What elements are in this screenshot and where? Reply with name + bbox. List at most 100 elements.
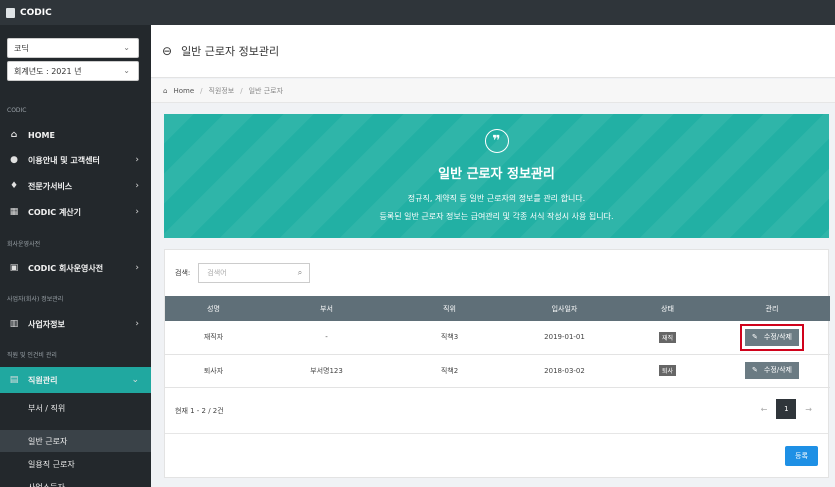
page-1-button[interactable]: 1 <box>776 399 797 419</box>
sidebar-item-label: 직원관리 <box>28 375 58 385</box>
col-header-manage: 관리 <box>714 296 830 321</box>
section-label-codic: CODIC <box>7 107 27 114</box>
top-bar: CODIC <box>0 0 835 25</box>
cell-join-date: 2018-03-02 <box>508 354 621 388</box>
sidebar-item-label: 사업자정보 <box>28 319 65 329</box>
book-icon: ▣ <box>9 263 19 273</box>
page-header: ⊖ 일반 근로자 정보관리 <box>151 25 835 78</box>
sidebar-item-company-dict[interactable]: ▣ CODIC 회사운영사전 › <box>0 255 151 281</box>
edit-icon: ✎ <box>752 366 758 374</box>
employee-panel: 검색: 검색어 ⌕ 성명 부서 직위 입사일자 상태 관리 재직자 - 직책3 … <box>164 249 830 478</box>
breadcrumb: ⌂ Home / 직원정보 / 일반 근로자 <box>151 79 835 103</box>
sidebar-item-staff-mgmt[interactable]: ▤ 직원관리 ⌄ <box>0 367 151 393</box>
sidebar-item-label: HOME <box>28 130 55 140</box>
register-button[interactable]: 등록 <box>785 446 818 466</box>
quote-icon: ❞ <box>484 129 509 153</box>
font-select[interactable]: 코딕 ⌄ <box>7 38 139 58</box>
col-header-dept[interactable]: 부서 <box>262 296 391 321</box>
table-row[interactable]: 재직자 - 직책3 2019-01-01 재직 ✎ 수정/삭제 <box>165 321 830 355</box>
cell-dept: - <box>262 321 391 355</box>
cell-dept: 부서명123 <box>262 354 391 388</box>
banner-title: 일반 근로자 정보관리 <box>438 167 555 182</box>
cell-manage: ✎ 수정/삭제 <box>714 321 830 355</box>
banner-desc-2: 등록된 일반 근로자 정보는 급여관리 및 각종 서식 작성시 사용 됩니다. <box>379 212 614 221</box>
sidebar-item-label: CODIC 회사운영사전 <box>28 263 104 273</box>
home-small-icon: ⌂ <box>163 86 168 95</box>
logo-icon <box>6 7 15 18</box>
sidebar: 코딕 ⌄ 회계년도 : 2021 년 ⌄ CODIC ⌂ HOME ● 이용안내… <box>0 25 151 487</box>
breadcrumb-level1[interactable]: 직원정보 <box>208 86 234 96</box>
edit-delete-label: 수정/삭제 <box>763 332 792 341</box>
id-card-icon: ▤ <box>9 375 19 385</box>
building-icon: ▥ <box>9 319 19 329</box>
divider <box>165 433 828 434</box>
page-title: 일반 근로자 정보관리 <box>181 45 280 58</box>
table-header-row: 성명 부서 직위 입사일자 상태 관리 <box>165 296 830 321</box>
breadcrumb-home[interactable]: Home <box>173 87 194 95</box>
cell-position: 직책2 <box>391 354 508 388</box>
chevron-right-icon: › <box>135 155 139 165</box>
breadcrumb-level2: 일반 근로자 <box>248 86 284 95</box>
sidebar-item-label: 이용안내 및 고객센터 <box>28 155 100 165</box>
search-input[interactable]: 검색어 ⌕ <box>198 263 311 283</box>
col-header-position[interactable]: 직위 <box>391 296 508 321</box>
graduation-cap-icon: ♦ <box>9 181 19 191</box>
search-label: 검색: <box>175 269 191 277</box>
edit-icon: ✎ <box>752 332 758 341</box>
sidebar-subitem-regular[interactable]: 일반 근로자 <box>0 430 151 452</box>
year-select[interactable]: 회계년도 : 2021 년 ⌄ <box>7 61 139 81</box>
search-row: 검색: 검색어 ⌕ <box>175 263 311 283</box>
edit-delete-button[interactable]: ✎ 수정/삭제 <box>745 362 799 379</box>
sidebar-subitem-more[interactable]: 사업소득자 <box>0 476 151 487</box>
pagination: ← 1 → <box>761 399 812 419</box>
sidebar-subitem-dept[interactable]: 부서 / 직위 <box>0 397 151 419</box>
edit-delete-button[interactable]: ✎ 수정/삭제 <box>745 328 799 346</box>
table-row[interactable]: 퇴사자 부서명123 직책2 2018-03-02 퇴사 ✎ 수정/삭제 <box>165 354 830 388</box>
highlight-box: ✎ 수정/삭제 <box>740 323 804 351</box>
banner-desc-1: 정규직, 계약직 등 일반 근로자의 정보를 관리 합니다. <box>407 194 586 203</box>
home-icon: ⌂ <box>10 130 18 140</box>
status-badge: 재직 <box>658 331 677 343</box>
employee-table: 성명 부서 직위 입사일자 상태 관리 재직자 - 직책3 2019-01-01… <box>165 296 830 388</box>
chevron-down-icon: ⌄ <box>131 375 139 385</box>
chevron-right-icon: › <box>135 263 139 273</box>
chevron-down-icon: ⌄ <box>123 66 130 75</box>
next-page-button[interactable]: → <box>805 405 812 414</box>
cell-join-date: 2019-01-01 <box>508 321 621 355</box>
breadcrumb-separator: / <box>200 86 203 95</box>
cell-name: 재직자 <box>165 321 262 355</box>
sidebar-item-label: CODIC 계산기 <box>28 207 82 217</box>
section-label-staff: 직원 및 인건비 관리 <box>7 352 57 359</box>
search-placeholder: 검색어 <box>207 269 227 277</box>
sidebar-item-calculator[interactable]: ▦ CODIC 계산기 › <box>0 199 151 225</box>
cell-position: 직책3 <box>391 321 508 355</box>
status-badge: 퇴사 <box>658 365 677 376</box>
sidebar-item-home[interactable]: ⌂ HOME <box>0 122 151 148</box>
search-icon[interactable]: ⌕ <box>298 268 302 278</box>
prev-page-button[interactable]: ← <box>761 405 768 414</box>
col-header-name[interactable]: 성명 <box>165 296 262 321</box>
breadcrumb-separator: / <box>240 86 243 95</box>
cell-status: 재직 <box>621 321 714 355</box>
chevron-right-icon: › <box>135 319 139 329</box>
sidebar-item-business-info[interactable]: ▥ 사업자정보 › <box>0 311 151 337</box>
cell-name: 퇴사자 <box>165 354 262 388</box>
app-title: CODIC <box>20 7 52 18</box>
info-banner: ❞ 일반 근로자 정보관리 정규직, 계약직 등 일반 근로자의 정보를 관리 … <box>164 114 829 238</box>
cell-manage: ✎ 수정/삭제 <box>714 354 830 388</box>
chevron-down-icon: ⌄ <box>123 43 130 52</box>
info-icon: ● <box>10 155 18 165</box>
record-count: 현재 1 - 2 / 2건 <box>175 407 224 415</box>
back-arrow-icon[interactable]: ⊖ <box>162 44 172 58</box>
sidebar-item-label: 전문가서비스 <box>28 181 73 191</box>
sidebar-item-guide[interactable]: ● 이용안내 및 고객센터 › <box>0 147 151 173</box>
col-header-status[interactable]: 상태 <box>621 296 714 321</box>
font-select-value: 코딕 <box>14 43 29 53</box>
year-select-value: 회계년도 : 2021 년 <box>14 66 82 76</box>
chevron-right-icon: › <box>135 181 139 191</box>
cell-status: 퇴사 <box>621 354 714 388</box>
sidebar-item-expert[interactable]: ♦ 전문가서비스 › <box>0 173 151 199</box>
sidebar-subitem-daily[interactable]: 일용직 근로자 <box>0 453 151 475</box>
col-header-join-date[interactable]: 입사일자 <box>508 296 621 321</box>
edit-delete-label: 수정/삭제 <box>763 366 792 374</box>
